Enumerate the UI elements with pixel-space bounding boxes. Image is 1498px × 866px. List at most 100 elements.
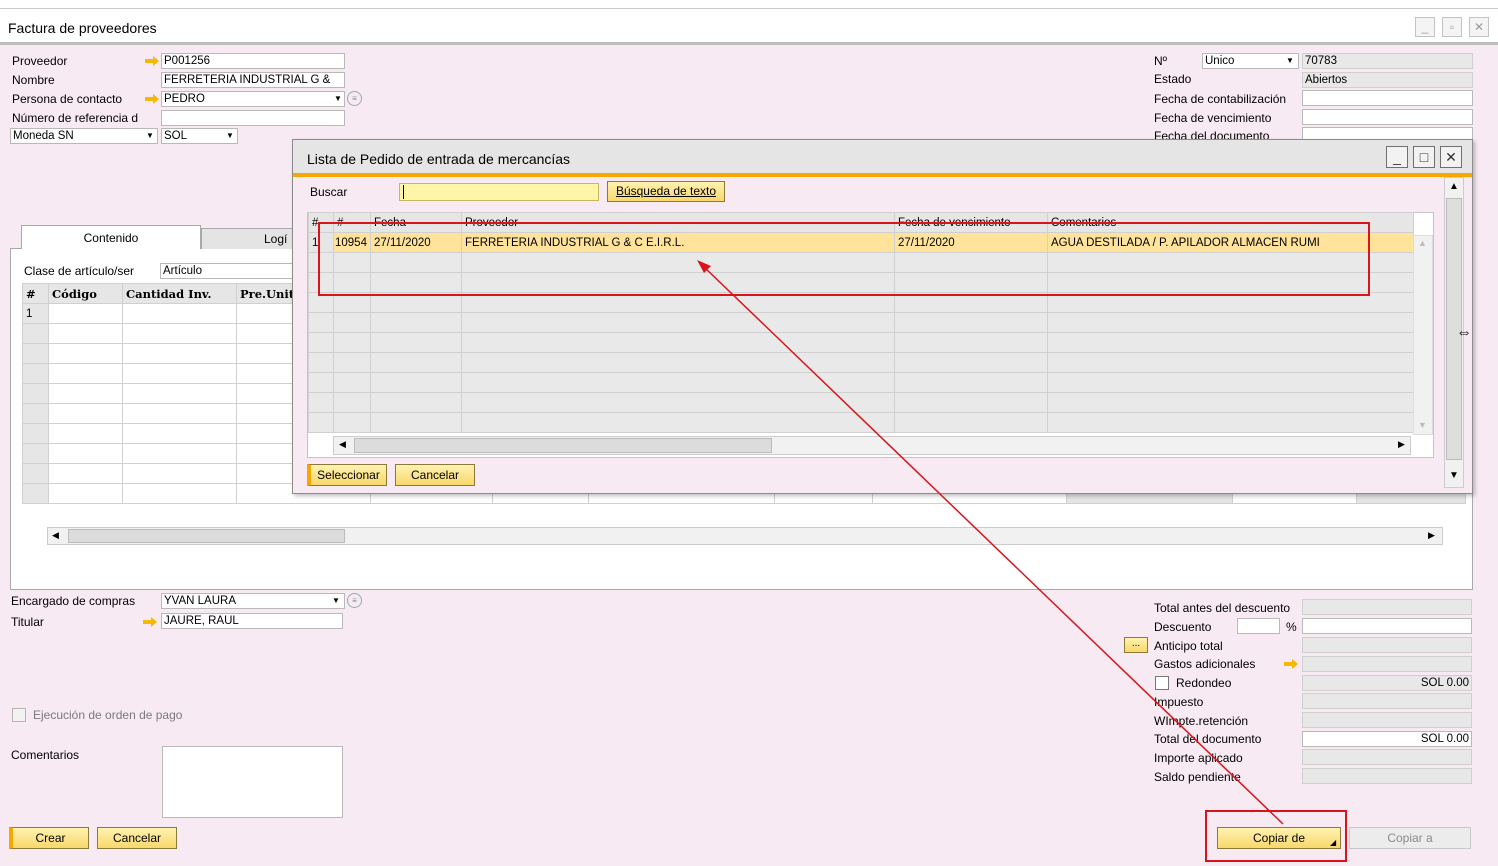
nombre-label: Nombre [12, 73, 55, 87]
link-arrow-icon[interactable] [145, 94, 159, 104]
copiar-a-button[interactable]: Copiar a [1349, 827, 1471, 849]
nombre-field[interactable]: FERRETERIA INDUSTRIAL G & [161, 72, 345, 88]
percent-sign: % [1286, 620, 1297, 634]
maximize-icon[interactable]: □ [1413, 146, 1435, 168]
cancelar-dialog-button[interactable]: Cancelar [395, 464, 475, 486]
scroll-right-icon[interactable]: ▶ [1428, 530, 1435, 541]
descuento-pct-field[interactable] [1237, 618, 1280, 634]
annotation-box [1205, 810, 1347, 862]
contacto-field[interactable]: PEDRO [161, 91, 345, 107]
table-row[interactable] [308, 312, 1414, 333]
estado-label: Estado [1154, 72, 1192, 86]
window-title: Factura de proveedores [8, 20, 157, 36]
link-arrow-icon[interactable] [1284, 659, 1298, 669]
scroll-down-icon[interactable]: ▼ [1418, 420, 1427, 430]
anticipo-button[interactable]: ... [1124, 637, 1148, 653]
grid-horizontal-scrollbar[interactable]: ◀ ▶ [333, 436, 1411, 455]
scroll-up-icon[interactable]: ▲ [1449, 181, 1459, 192]
crear-button[interactable]: Crear [9, 827, 89, 849]
minimize-icon[interactable]: _ [1415, 17, 1435, 37]
table-row[interactable] [308, 412, 1414, 433]
anticipo-field [1302, 637, 1472, 653]
table-row[interactable] [308, 332, 1414, 353]
redondeo-label: Redondeo [1176, 676, 1232, 690]
list-icon[interactable]: ≡ [347, 593, 362, 608]
ejecucion-checkbox[interactable] [12, 708, 26, 722]
saldo-field [1302, 768, 1472, 784]
scroll-right-icon[interactable]: ▶ [1398, 439, 1405, 450]
horizontal-scrollbar[interactable]: ◀ ▶ [47, 527, 1443, 545]
busqueda-texto-button[interactable]: Búsqueda de texto [607, 181, 725, 202]
total-doc-field: SOL 0.00 [1302, 731, 1472, 747]
tab-contenido[interactable]: Contenido [21, 225, 201, 249]
table-row[interactable] [308, 372, 1414, 393]
importe-label: Importe aplicado [1154, 751, 1243, 765]
scroll-left-icon[interactable]: ◀ [52, 530, 59, 541]
descuento-field[interactable] [1302, 618, 1472, 634]
moneda-select[interactable]: Moneda SN [10, 128, 158, 144]
buscar-label: Buscar [310, 185, 348, 199]
titular-field[interactable]: JAURE, RAUL [161, 613, 343, 629]
chevron-down-icon: ▼ [146, 131, 154, 140]
tab-label: Logí [264, 232, 288, 246]
table-row[interactable] [308, 392, 1414, 413]
minimize-icon[interactable]: _ [1386, 146, 1408, 168]
column-header[interactable]: # [22, 283, 49, 304]
wimpte-field [1302, 712, 1472, 728]
resize-cursor-icon: ⇔ [1456, 324, 1472, 341]
close-icon[interactable]: ✕ [1469, 17, 1489, 37]
redondeo-field: SOL 0.00 [1302, 675, 1472, 691]
cancelar-button[interactable]: Cancelar [97, 827, 177, 849]
text-cursor [403, 185, 404, 199]
scroll-left-icon[interactable]: ◀ [339, 439, 346, 450]
scroll-thumb[interactable] [354, 438, 772, 453]
referencia-field[interactable] [161, 110, 345, 126]
doc-number-field: 70783 [1302, 53, 1473, 69]
impuesto-label: Impuesto [1154, 695, 1204, 709]
titular-label: Titular [11, 615, 44, 629]
proveedor-field[interactable]: P001256 [161, 53, 345, 69]
tab-logistica[interactable]: Logí [201, 228, 296, 249]
maximize-icon[interactable]: ▫ [1442, 17, 1462, 37]
impuesto-field [1302, 693, 1472, 709]
clase-field[interactable]: Artículo [160, 263, 300, 279]
fecha-contab-label: Fecha de contabilización [1154, 92, 1287, 106]
dialog-title-bar[interactable]: Lista de Pedido de entrada de mercancías… [293, 140, 1472, 177]
column-header[interactable]: Código [48, 283, 123, 304]
referencia-label: Número de referencia d [12, 111, 139, 125]
grid-vertical-scrollbar[interactable]: ▲ ▼ [1413, 235, 1433, 435]
list-icon[interactable]: ≡ [347, 91, 362, 106]
link-arrow-icon[interactable] [143, 617, 157, 627]
encargado-label: Encargado de compras [11, 594, 136, 608]
column-header[interactable]: Cantidad Inv. [122, 283, 237, 304]
buscar-input[interactable] [399, 183, 599, 201]
table-row[interactable] [308, 352, 1414, 373]
redondeo-checkbox[interactable] [1155, 676, 1169, 690]
comentarios-textarea[interactable] [162, 746, 343, 818]
chevron-down-icon: ▼ [332, 596, 340, 605]
scroll-down-icon[interactable]: ▼ [1449, 470, 1459, 481]
close-icon[interactable]: ✕ [1440, 146, 1462, 168]
fecha-venc-label: Fecha de vencimiento [1154, 111, 1272, 125]
no-label: Nº [1154, 54, 1168, 68]
fecha-contab-field[interactable] [1302, 90, 1473, 106]
gastos-label: Gastos adicionales [1154, 657, 1256, 671]
annotation-box [318, 222, 1370, 296]
seleccionar-button[interactable]: Seleccionar [307, 464, 387, 486]
series-select[interactable]: Unico [1202, 53, 1299, 69]
wimpte-label: WImpte.retención [1154, 714, 1249, 728]
link-arrow-icon[interactable] [145, 56, 159, 66]
chevron-down-icon[interactable]: ▼ [334, 94, 342, 103]
scroll-up-icon[interactable]: ▲ [1418, 238, 1427, 248]
ejecucion-label: Ejecución de orden de pago [33, 708, 183, 722]
encargado-field[interactable]: YVAN LAURA [161, 593, 345, 609]
title-bar: Factura de proveedores _ ▫ ✕ [0, 9, 1498, 45]
fecha-venc-field[interactable] [1302, 109, 1473, 125]
proveedor-label: Proveedor [12, 54, 68, 68]
scroll-thumb[interactable] [68, 529, 345, 543]
gastos-field [1302, 656, 1472, 672]
descuento-label: Descuento [1154, 620, 1212, 634]
chevron-down-icon: ▼ [226, 131, 234, 140]
dialog-window: Lista de Pedido de entrada de mercancías… [292, 139, 1473, 494]
estado-field: Abiertos [1302, 72, 1473, 88]
